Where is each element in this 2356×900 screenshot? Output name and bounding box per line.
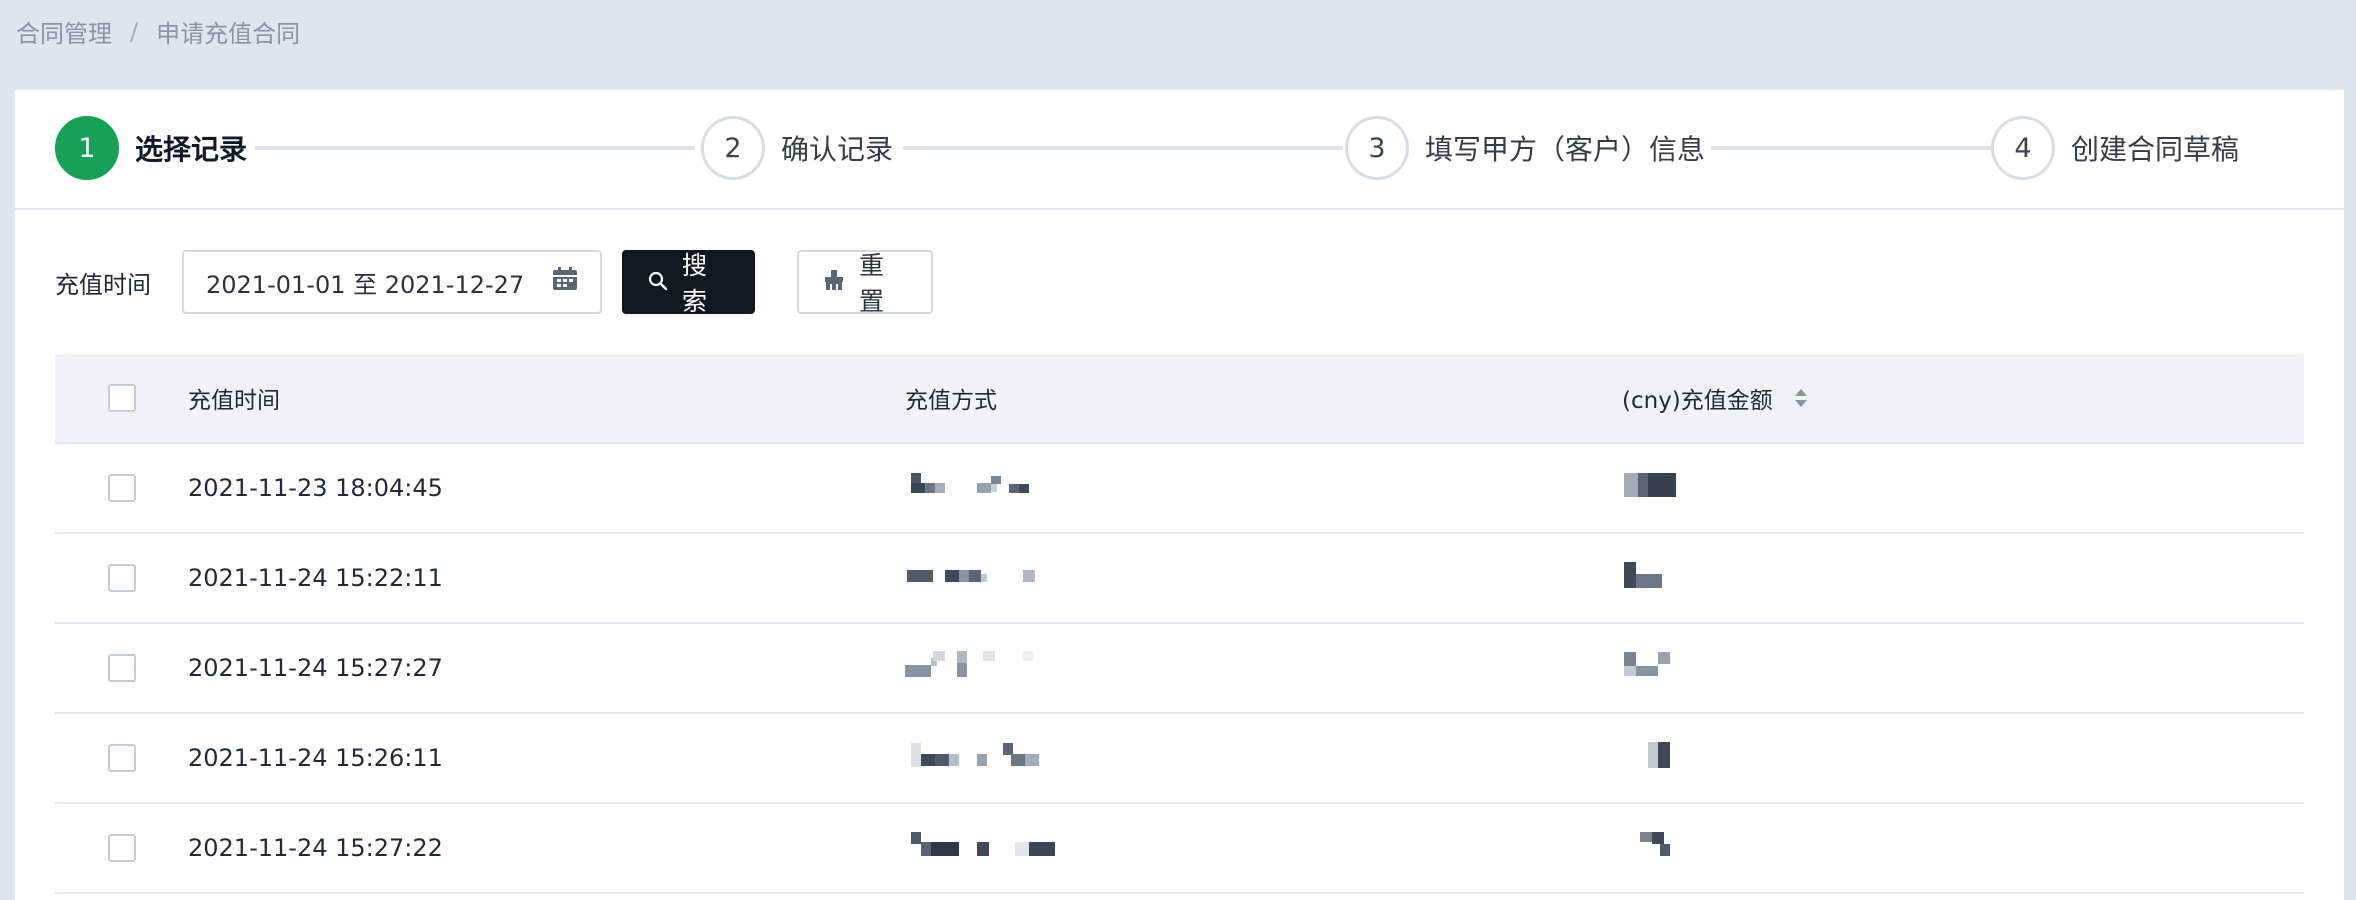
step-label: 创建合同草稿 <box>2071 133 2240 166</box>
column-header-time: 充值时间 <box>188 388 280 414</box>
step-4: 4 创建合同草稿 <box>1991 116 2239 180</box>
cell-amount-pixelated <box>1622 740 2304 776</box>
cell-amount-pixelated <box>1622 830 2304 866</box>
sort-icon[interactable] <box>1794 387 1808 415</box>
cell-method-pixelated <box>905 560 1622 596</box>
search-button[interactable]: 搜索 <box>622 250 755 316</box>
main-card: 1 选择记录 2 确认记录 3 填写甲方（客户）信息 4 创建合同草稿 充值时间… <box>15 90 2344 900</box>
step-number: 2 <box>701 116 765 180</box>
broom-icon <box>823 268 845 297</box>
cell-amount-pixelated <box>1622 560 2304 596</box>
search-label: 搜索 <box>682 251 708 316</box>
table-row[interactable]: 2021-11-24 15:27:27 <box>55 624 2304 714</box>
table-row[interactable]: 2021-11-24 15:26:11 <box>55 714 2304 804</box>
row-checkbox[interactable] <box>108 474 136 502</box>
breadcrumb-current: 申请充值合同 <box>156 20 301 48</box>
row-checkbox[interactable] <box>108 744 136 772</box>
column-header-amount-label: (cny)充值金额 <box>1622 387 1773 414</box>
cell-time: 2021-11-24 15:27:27 <box>188 654 443 682</box>
breadcrumb: 合同管理 / 申请充值合同 <box>16 14 300 49</box>
step-label: 填写甲方（客户）信息 <box>1425 133 1706 166</box>
cell-time: 2021-11-24 15:26:11 <box>188 744 443 772</box>
cell-amount-pixelated <box>1622 470 2304 506</box>
step-label: 确认记录 <box>781 133 894 166</box>
cell-method-pixelated <box>905 740 1622 776</box>
step-number: 4 <box>1991 116 2055 180</box>
column-header-method: 充值方式 <box>905 388 997 414</box>
row-checkbox[interactable] <box>108 564 136 592</box>
cell-amount-pixelated <box>1622 650 2304 686</box>
table-row[interactable]: 2021-11-23 18:04:45 <box>55 444 2304 534</box>
cell-time: 2021-11-24 15:22:11 <box>188 564 443 592</box>
step-number: 1 <box>55 116 119 180</box>
cell-method-pixelated <box>905 650 1622 686</box>
step-1: 1 选择记录 <box>55 116 247 180</box>
search-icon <box>648 268 668 297</box>
row-checkbox[interactable] <box>108 654 136 682</box>
calendar-icon <box>552 267 578 297</box>
step-number: 3 <box>1345 116 1409 180</box>
table-header: 充值时间 充值方式 (cny)充值金额 <box>55 354 2304 444</box>
reset-label: 重置 <box>859 251 885 316</box>
records-table: 充值时间 充值方式 (cny)充值金额 2021-11-23 18:04:45 <box>55 354 2304 894</box>
table-row[interactable]: 2021-11-24 15:22:11 <box>55 534 2304 624</box>
date-range-picker[interactable]: 2021-01-01 至 2021-12-27 <box>182 250 602 314</box>
date-range-value: 2021-01-01 至 2021-12-27 <box>206 270 525 299</box>
reset-button[interactable]: 重置 <box>797 250 933 316</box>
step-3: 3 填写甲方（客户）信息 <box>1345 116 1705 180</box>
breadcrumb-separator: / <box>130 17 139 46</box>
cell-method-pixelated <box>905 830 1622 866</box>
filter-label: 充值时间 <box>55 270 151 299</box>
cell-time: 2021-11-24 15:27:22 <box>188 834 443 862</box>
select-all-checkbox[interactable] <box>108 384 136 412</box>
step-2: 2 确认记录 <box>701 116 893 180</box>
steps-bar: 1 选择记录 2 确认记录 3 填写甲方（客户）信息 4 创建合同草稿 <box>15 90 2344 210</box>
step-connector <box>255 146 695 150</box>
table-row[interactable]: 2021-11-24 15:27:22 <box>55 804 2304 894</box>
step-connector <box>1711 146 1992 150</box>
cell-time: 2021-11-23 18:04:45 <box>188 474 443 502</box>
step-connector <box>903 146 1343 150</box>
breadcrumb-root[interactable]: 合同管理 <box>16 14 112 49</box>
step-label: 选择记录 <box>135 133 248 166</box>
column-header-amount[interactable]: (cny)充值金额 <box>1622 381 2304 416</box>
row-checkbox[interactable] <box>108 834 136 862</box>
filter-bar: 充值时间 2021-01-01 至 2021-12-27 搜索 重置 <box>55 250 933 316</box>
cell-method-pixelated <box>905 470 1622 506</box>
